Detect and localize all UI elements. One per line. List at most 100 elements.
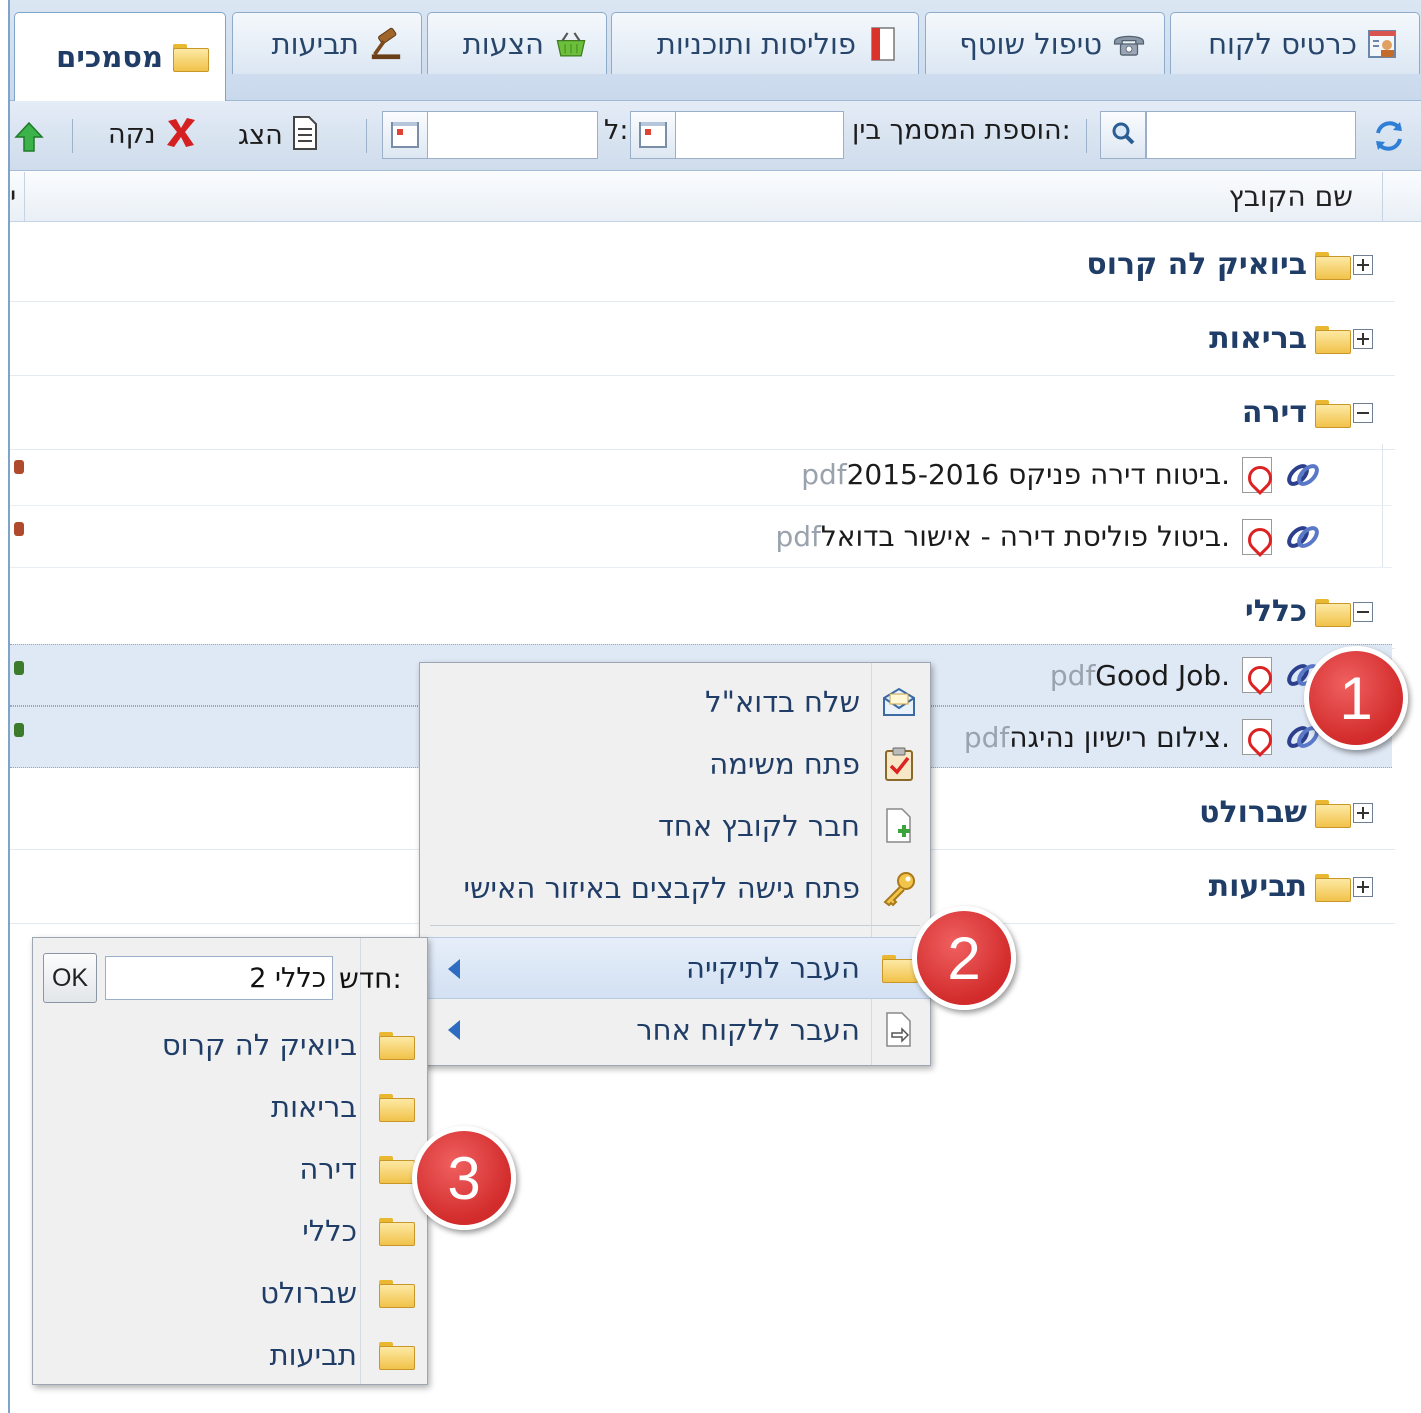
- submenu-folder-item[interactable]: ביואיק לה קרוס: [33, 1014, 427, 1076]
- expand-icon[interactable]: [1353, 328, 1373, 349]
- toolbar-separator: [366, 119, 367, 153]
- search-button[interactable]: [1100, 111, 1146, 159]
- folder-icon: [1315, 598, 1351, 627]
- menu-item-label: העבר לתיקייה: [686, 951, 860, 985]
- link-icon[interactable]: [1284, 519, 1322, 555]
- pdf-icon: [1242, 719, 1272, 755]
- date-range-label: הוספת המסמך בין:: [852, 115, 1071, 146]
- submenu-folder-label: ביואיק לה קרוס: [161, 1028, 357, 1062]
- menu-item-send-email[interactable]: שלח בדוא"ל: [420, 671, 930, 733]
- new-folder-input[interactable]: [105, 956, 333, 1000]
- folder-name: כללי: [1244, 594, 1307, 629]
- file-row[interactable]: pdf ביטוח דירה פניקס 2015-2016.: [10, 444, 1392, 506]
- move-to-folder-submenu: OK חדש: ביואיק לה קרוס בריאות דירה כללי …: [32, 937, 428, 1385]
- folder-icon: [1315, 325, 1351, 354]
- tab-label: תביעות: [271, 26, 359, 61]
- expand-icon[interactable]: [1353, 802, 1373, 823]
- tab-label: מסמכים: [56, 40, 163, 74]
- folder-row[interactable]: ביואיק לה קרוס: [10, 228, 1395, 302]
- folder-icon: [379, 1094, 415, 1122]
- show-label: הצג: [238, 119, 283, 151]
- menu-item-label: חבר לקובץ אחד: [657, 809, 860, 843]
- folder-name: שברולט: [1199, 795, 1307, 830]
- clear-button[interactable]: נקה: [108, 115, 198, 153]
- file-ext: pdf: [775, 520, 821, 553]
- calendar-icon: [639, 122, 667, 148]
- folder-name: דירה: [1241, 395, 1307, 430]
- submenu-folder-item[interactable]: בריאות: [33, 1076, 427, 1138]
- tab-label: פוליסות ותוכניות: [656, 26, 856, 61]
- tab-ongoing-care[interactable]: טיפול שוטף: [925, 12, 1165, 74]
- folder-name: תביעות: [1208, 869, 1307, 904]
- link-icon[interactable]: [1284, 457, 1322, 493]
- submenu-arrow-icon: [448, 1020, 460, 1040]
- tab-label: הצעות: [462, 26, 544, 61]
- file-name: Good Job.: [1095, 658, 1230, 692]
- new-folder-row: OK חדש:: [43, 952, 423, 1004]
- folder-icon: [379, 1032, 415, 1060]
- menu-item-label: העבר ללקוח אחר: [636, 1013, 860, 1047]
- tab-documents[interactable]: מסמכים: [14, 12, 226, 101]
- menu-item-move-to-folder[interactable]: העבר לתיקייה: [420, 937, 930, 999]
- row-action-icon[interactable]: [14, 522, 24, 536]
- tab-offers[interactable]: הצעות: [427, 12, 607, 74]
- pdf-icon: [1242, 518, 1272, 555]
- phone-icon: [1112, 29, 1146, 59]
- ok-button[interactable]: OK: [43, 953, 97, 1003]
- date-to-picker[interactable]: [382, 111, 428, 159]
- date-to-label: ל:: [604, 115, 629, 146]
- folder-name: בריאות: [1209, 321, 1307, 356]
- tab-label: כרטיס לקוח: [1208, 26, 1357, 61]
- submenu-folder-item[interactable]: דירה: [33, 1138, 427, 1200]
- document-icon: [291, 115, 319, 155]
- menu-item-grant-access[interactable]: פתח גישה לקבצים באיזור האישי: [420, 857, 930, 919]
- date-to-field[interactable]: [426, 111, 598, 159]
- expand-icon[interactable]: [1353, 876, 1373, 897]
- folder-icon: [379, 1280, 415, 1308]
- column-title[interactable]: שם הקובץ: [1229, 180, 1353, 213]
- refresh-icon[interactable]: [1370, 117, 1408, 155]
- collapse-icon[interactable]: [1353, 402, 1373, 423]
- new-folder-label: חדש:: [339, 961, 402, 995]
- date-from-picker[interactable]: [630, 111, 676, 159]
- menu-item-move-to-customer[interactable]: העבר ללקוח אחר: [420, 999, 930, 1061]
- row-action-icon[interactable]: [14, 723, 24, 737]
- app-window: כרטיס לקוח טיפול שוטף פוליסות ותוכניות ה…: [8, 0, 1421, 1413]
- menu-item-open-task[interactable]: פתח משימה: [420, 733, 930, 795]
- folder-row[interactable]: דירה: [10, 376, 1395, 450]
- menu-item-merge-files[interactable]: חבר לקובץ אחד: [420, 795, 930, 857]
- folder-icon: [1315, 799, 1351, 828]
- file-row[interactable]: pdf ביטול פוליסת דירה - אישור בדואל.: [10, 506, 1392, 568]
- row-action-icon[interactable]: [14, 460, 24, 474]
- menu-separator: [430, 925, 920, 926]
- folder-icon: [173, 42, 209, 72]
- tab-claims[interactable]: תביעות: [232, 12, 422, 74]
- tab-label: טיפול שוטף: [959, 26, 1102, 61]
- grid-header: ‫י‬ שם הקובץ: [10, 172, 1421, 222]
- folder-icon: [379, 1342, 415, 1370]
- submenu-folder-item[interactable]: כללי: [33, 1200, 427, 1262]
- gavel-icon: [369, 27, 403, 59]
- move-file-icon: [880, 1011, 918, 1049]
- tab-policies[interactable]: פוליסות ותוכניות: [611, 12, 919, 74]
- close-icon: [164, 115, 198, 153]
- row-action-icon[interactable]: [14, 661, 24, 675]
- show-button[interactable]: הצג: [238, 115, 319, 155]
- toolbar-separator: [72, 119, 73, 153]
- submenu-folder-item[interactable]: שברולט: [33, 1262, 427, 1324]
- upload-icon[interactable]: [14, 121, 44, 153]
- submenu-folder-item[interactable]: תביעות: [33, 1324, 427, 1386]
- folder-row[interactable]: בריאות: [10, 302, 1395, 376]
- tab-customer-card[interactable]: כרטיס לקוח: [1170, 12, 1420, 74]
- collapse-icon[interactable]: [1353, 601, 1373, 622]
- task-clipboard-icon: [880, 745, 918, 783]
- customer-card-icon: [1367, 29, 1401, 59]
- folder-row[interactable]: כללי: [10, 575, 1395, 649]
- file-ext: pdf: [1049, 658, 1096, 692]
- folder-icon: [379, 1156, 415, 1184]
- search-input[interactable]: [1146, 111, 1356, 159]
- submenu-folder-label: שברולט: [260, 1276, 357, 1310]
- date-from-field[interactable]: [674, 111, 844, 159]
- folder-icon: [1315, 399, 1351, 428]
- expand-icon[interactable]: [1353, 254, 1373, 275]
